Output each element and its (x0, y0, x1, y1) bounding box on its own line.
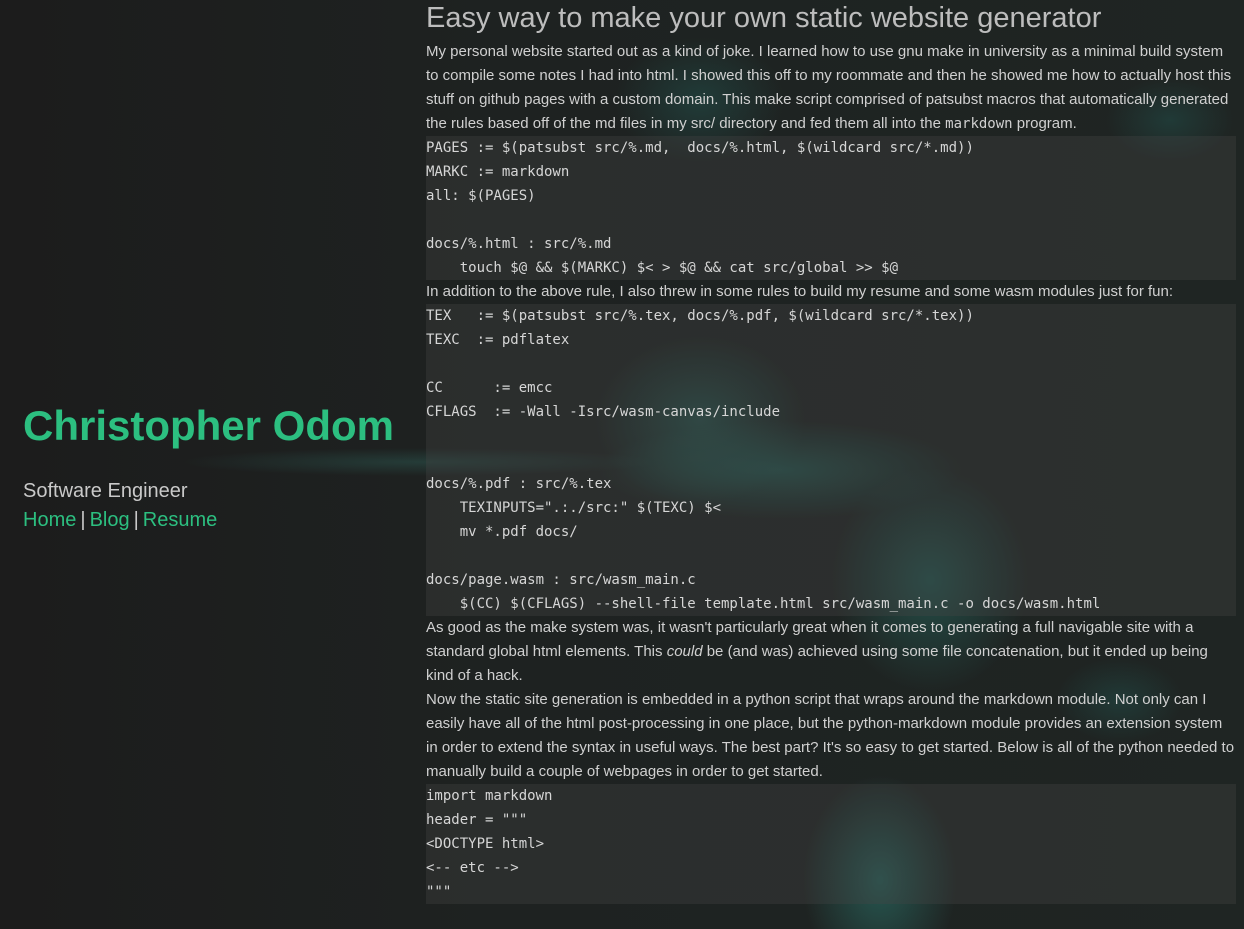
site-owner-name: Christopher Odom (23, 402, 395, 449)
nav-home-link[interactable]: Home (23, 509, 76, 531)
nav-separator: | (133, 509, 139, 531)
nav-blog-link[interactable]: Blog (90, 509, 130, 531)
code-block-makefile-extra: TEX := $(patsubst src/%.tex, docs/%.pdf,… (426, 304, 1236, 616)
nav-separator: | (80, 509, 86, 531)
post-content: Easy way to make your own static website… (426, 0, 1236, 904)
intro-text-end: program. (1012, 115, 1077, 132)
post-paragraph-make-limits: As good as the make system was, it wasn'… (426, 616, 1236, 688)
post-paragraph-extra-rules: In addition to the above rule, I also th… (426, 283, 1174, 300)
post-paragraph-python: Now the static site generation is embedd… (426, 691, 1235, 780)
post-title: Easy way to make your own static website… (426, 2, 1102, 34)
emphasis-could: could (666, 643, 703, 660)
site-nav: Home | Blog | Resume (23, 507, 403, 533)
site-owner-role: Software Engineer (23, 480, 188, 502)
intro-text: My personal website started out as a kin… (426, 43, 1232, 132)
post-paragraph-intro: My personal website started out as a kin… (426, 40, 1236, 136)
nav-resume-link[interactable]: Resume (143, 509, 217, 531)
code-block-makefile-pages: PAGES := $(patsubst src/%.md, docs/%.htm… (426, 136, 1236, 280)
inline-code-markdown: markdown (945, 116, 1013, 132)
code-block-python: import markdown header = """ <DOCTYPE ht… (426, 784, 1236, 904)
sidebar: Christopher Odom Software Engineer Home |… (23, 400, 403, 533)
